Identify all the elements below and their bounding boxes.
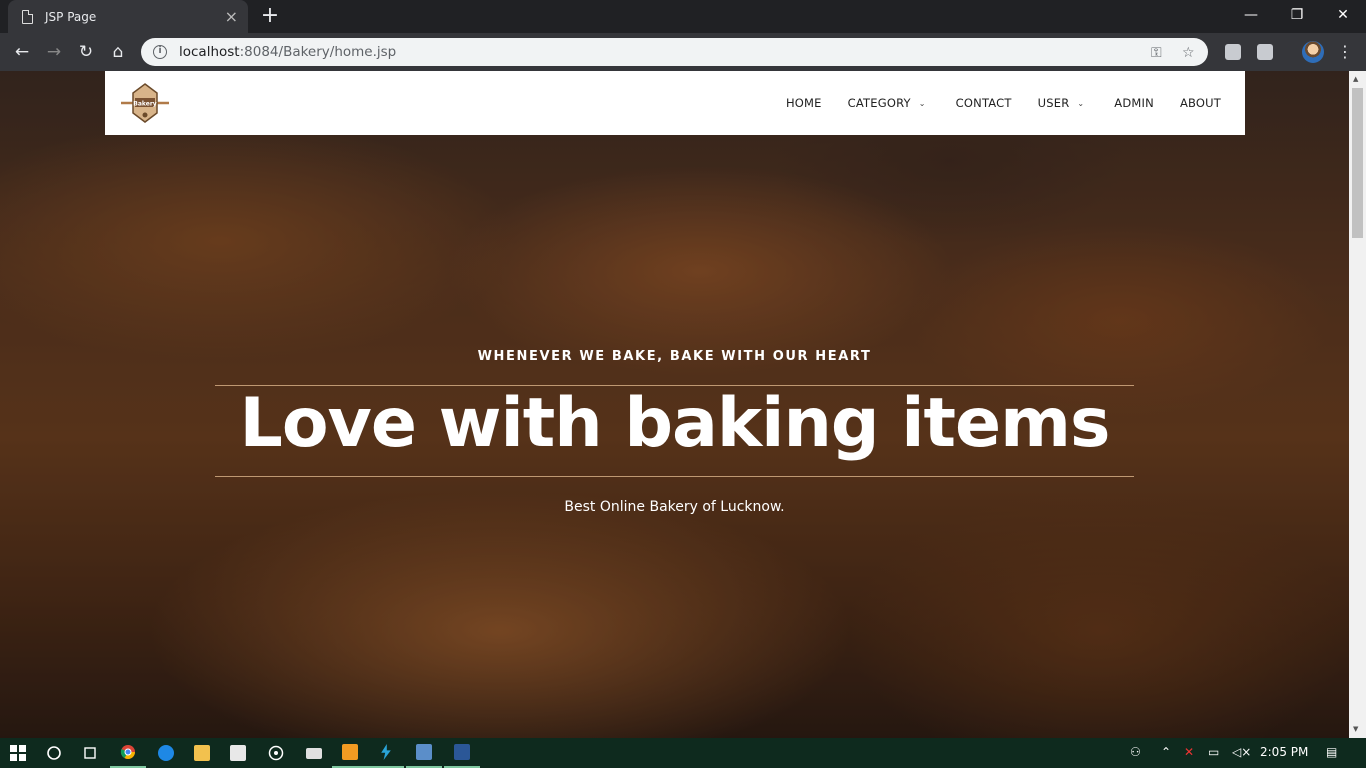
- browser-menu-icon[interactable]: ⋮: [1337, 42, 1353, 61]
- battery-icon[interactable]: ▭: [1208, 745, 1219, 759]
- nav-contact[interactable]: CONTACT: [956, 96, 1012, 110]
- store-icon[interactable]: [220, 738, 256, 768]
- extension-icon[interactable]: [1225, 44, 1241, 60]
- nav-user[interactable]: USER ⌄: [1038, 96, 1085, 110]
- address-bar[interactable]: i localhost:8084/Bakery/home.jsp ⚿ ☆: [141, 38, 1208, 66]
- site-navbar: Bakery HOME CATEGORY ⌄ CONTACT USER ⌄ ADMI…: [105, 71, 1245, 135]
- chevron-down-icon: ⌄: [1077, 98, 1085, 108]
- browser-tab[interactable]: JSP Page ×: [8, 0, 248, 33]
- sublime-icon[interactable]: [332, 738, 368, 768]
- bakery-logo[interactable]: Bakery: [119, 81, 171, 125]
- browser-toolbar: ← → ↻ ⌂ i localhost:8084/Bakery/home.jsp…: [0, 33, 1366, 71]
- reload-icon[interactable]: ↻: [76, 42, 96, 62]
- show-hidden-icons[interactable]: ⌃: [1161, 745, 1171, 759]
- scroll-up-icon[interactable]: ▲: [1353, 75, 1358, 83]
- windows-start-icon[interactable]: [0, 738, 36, 768]
- word-icon[interactable]: [444, 738, 480, 768]
- new-tab-button[interactable]: +: [258, 5, 282, 29]
- profile-avatar[interactable]: [1302, 41, 1324, 63]
- tab-close-icon[interactable]: ×: [225, 8, 238, 25]
- page-scrollbar[interactable]: ▲ ▼: [1349, 71, 1366, 738]
- hero-tagline: Best Online Bakery of Lucknow.: [564, 499, 785, 515]
- camera-extension-icon[interactable]: [1257, 44, 1273, 60]
- back-icon[interactable]: ←: [12, 42, 32, 62]
- tab-title: JSP Page: [45, 9, 97, 24]
- nav-admin[interactable]: ADMIN: [1114, 96, 1154, 110]
- scrollbar-thumb[interactable]: [1352, 88, 1363, 238]
- nav-about[interactable]: ABOUT: [1180, 96, 1221, 110]
- nav-links: HOME CATEGORY ⌄ CONTACT USER ⌄ ADMIN ABOUT: [760, 71, 1221, 135]
- scroll-down-icon[interactable]: ▼: [1353, 725, 1358, 733]
- chrome-taskbar-icon[interactable]: [110, 738, 146, 768]
- hero-title: Love with baking items: [239, 384, 1110, 463]
- task-view-icon[interactable]: [72, 738, 108, 768]
- page-icon: [22, 9, 33, 24]
- chevron-down-icon: ⌄: [918, 98, 926, 108]
- window-close-button[interactable]: ✕: [1320, 0, 1366, 30]
- virtualbox-icon[interactable]: [406, 738, 442, 768]
- windows-taskbar: ⚇ ⌃ ✕ ▭ ◁× 2:05 PM ▤: [0, 738, 1366, 768]
- bookmark-star-icon[interactable]: ☆: [1182, 45, 1195, 61]
- logo-text: Bakery: [133, 101, 156, 108]
- home-icon[interactable]: ⌂: [108, 42, 128, 62]
- hero-subtitle: WHENEVER WE BAKE, BAKE WITH OUR HEART: [477, 349, 872, 364]
- browser-tab-strip: JSP Page × + — ❐ ✕: [0, 0, 1366, 33]
- url-text: localhost:8084/Bakery/home.jsp: [179, 44, 397, 60]
- volume-icon[interactable]: ◁×: [1232, 745, 1251, 759]
- nav-home[interactable]: HOME: [786, 96, 822, 110]
- minimize-button[interactable]: —: [1228, 0, 1274, 30]
- taskbar-clock[interactable]: 2:05 PM: [1260, 745, 1308, 759]
- search-icon[interactable]: [36, 738, 72, 768]
- key-icon[interactable]: ⚿: [1151, 45, 1162, 61]
- hero-divider-bottom: [215, 476, 1134, 477]
- people-icon[interactable]: ⚇: [1130, 745, 1141, 759]
- site-info-icon[interactable]: i: [153, 45, 167, 59]
- restore-button[interactable]: ❐: [1274, 0, 1320, 30]
- edge-icon[interactable]: [148, 738, 184, 768]
- network-icon[interactable]: ✕: [1184, 745, 1194, 759]
- page-viewport: Bakery HOME CATEGORY ⌄ CONTACT USER ⌄ ADMI…: [0, 71, 1349, 738]
- mail-icon[interactable]: [296, 738, 332, 768]
- notifications-icon[interactable]: ▤: [1326, 745, 1337, 759]
- file-explorer-icon[interactable]: [184, 738, 220, 768]
- media-icon[interactable]: [258, 738, 294, 768]
- nav-category[interactable]: CATEGORY ⌄: [848, 96, 926, 110]
- forward-icon[interactable]: →: [44, 42, 64, 62]
- flash-app-icon[interactable]: [368, 738, 404, 768]
